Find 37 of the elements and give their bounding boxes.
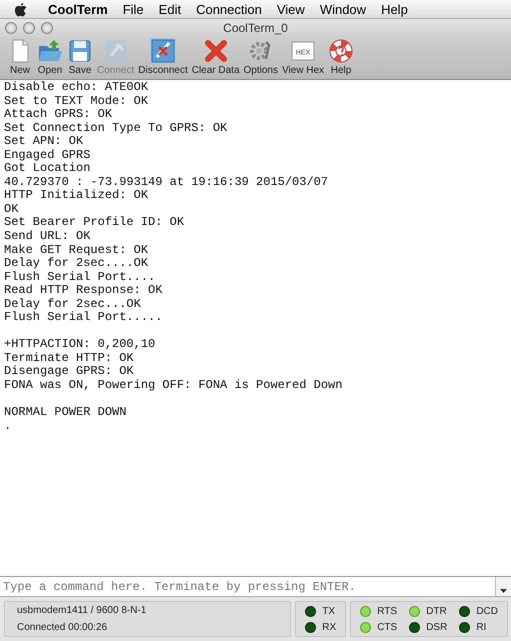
led-label: RTS: [377, 606, 398, 616]
lifebuoy-icon: [328, 38, 354, 64]
toolbar-button[interactable]: Open: [35, 37, 65, 76]
toolbar-button[interactable]: Options: [242, 37, 280, 76]
toolbar-button[interactable]: New: [5, 37, 35, 76]
led-label: DCD: [476, 606, 498, 616]
menu-item[interactable]: Help: [381, 2, 408, 16]
menu-item[interactable]: View: [276, 2, 305, 16]
floppy-icon: [67, 38, 93, 64]
minimize-button[interactable]: [23, 22, 35, 34]
led-label: RX: [322, 622, 336, 632]
led-label: CTS: [377, 622, 398, 632]
toolbar-button[interactable]: Clear Data: [190, 37, 242, 76]
close-button[interactable]: [5, 22, 17, 34]
connection-time: Connected 00:00:26: [17, 622, 108, 633]
command-field[interactable]: Type a command here. Terminate by pressing ENTER.: [0, 576, 511, 597]
toolbar-button[interactable]: Disconnect: [136, 37, 190, 76]
menu-item[interactable]: Edit: [158, 2, 182, 16]
menu-item[interactable]: Connection: [196, 2, 262, 16]
dropdown-button[interactable]: [495, 577, 511, 596]
apple-icon[interactable]: [14, 2, 27, 16]
toolbar-button[interactable]: Help: [326, 37, 356, 76]
terminal-output: Disable echo: ATE0OK Set to TEXT Mode: OK Attach GPRS: OK Set Connection Type To GPRS: OK Set APN: OK Engaged GPRS Got Location 40.729370 : -73.993149 at 19:16:39 2015/03/07 HTTP Initialized: OK OK Set Bearer Profile ID: OK Send URL: OK Make GET Request: OK Delay for 2sec....OK Flush Serial Port.... Read HTTP Response: OK Delay for 2sec...OK Flush Serial Port..... +HTTPACTION: 0,200,10 Terminate HTTP: OK Disengage GPRS: OK FONA was ON, Powering OFF: FONA is Powered Down NORMAL POWER DOWN .: [0, 80, 511, 576]
menu-item[interactable]: Window: [320, 2, 366, 16]
led-label: TX: [322, 606, 336, 616]
port-settings: usbmodem1411 / 9600 8-N-1: [17, 605, 148, 616]
folder-icon: [37, 38, 63, 64]
led-label: DSR: [426, 622, 448, 632]
cross-icon: [202, 38, 229, 64]
menu-item[interactable]: File: [122, 2, 144, 16]
toolbar-button[interactable]: Save: [65, 37, 95, 76]
led-label: DTR: [426, 606, 447, 616]
caret-icon: [500, 589, 507, 593]
led-label: RI: [476, 622, 486, 632]
window-title: CoolTerm_0: [223, 21, 288, 35]
app-menu[interactable]: CoolTerm: [48, 2, 108, 16]
zoom-button[interactable]: [41, 22, 53, 34]
